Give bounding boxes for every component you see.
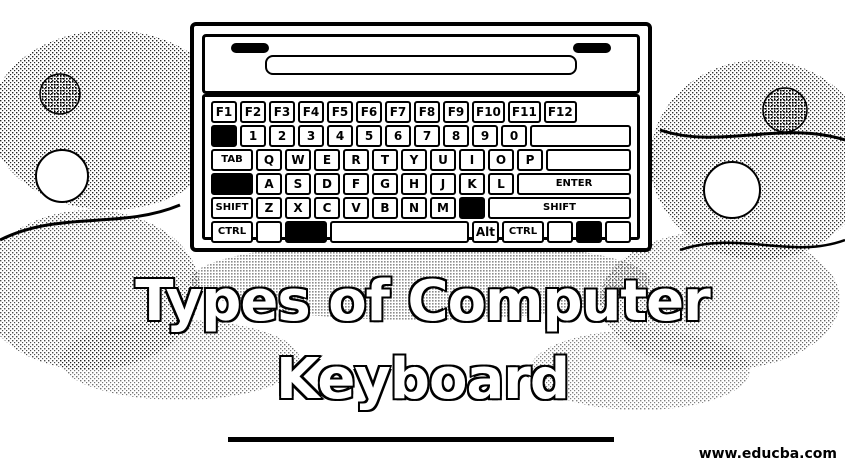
key: F5 bbox=[327, 101, 353, 123]
indicator-light bbox=[231, 43, 269, 53]
key: U bbox=[430, 149, 456, 171]
indicator-light bbox=[573, 43, 611, 53]
keyboard-keys-area: F1 F2 F3 F4 F5 F6 F7 F8 F9 F10 F11 F12 1… bbox=[202, 94, 640, 243]
key-blank bbox=[459, 197, 485, 219]
key: R bbox=[343, 149, 369, 171]
key-arrow bbox=[605, 221, 631, 243]
key: F7 bbox=[385, 101, 411, 123]
key: 7 bbox=[414, 125, 440, 147]
key: E bbox=[314, 149, 340, 171]
key: V bbox=[343, 197, 369, 219]
key-blank bbox=[285, 221, 327, 243]
page-title-line-1: Types of Computer bbox=[134, 269, 713, 334]
keyboard-top-panel bbox=[202, 34, 640, 94]
key-row-numbers: 1 2 3 4 5 6 7 8 9 0 bbox=[211, 125, 631, 147]
key: Y bbox=[401, 149, 427, 171]
key: Q bbox=[256, 149, 282, 171]
key: H bbox=[401, 173, 427, 195]
key-row-function: F1 F2 F3 F4 F5 F6 F7 F8 F9 F10 F11 F12 bbox=[211, 101, 631, 123]
key-arrow bbox=[547, 221, 573, 243]
key: G bbox=[372, 173, 398, 195]
key: F8 bbox=[414, 101, 440, 123]
key: F4 bbox=[298, 101, 324, 123]
key-row-home: A S D F G H J K L ENTER bbox=[211, 173, 631, 195]
key: 6 bbox=[385, 125, 411, 147]
key: F3 bbox=[269, 101, 295, 123]
key: P bbox=[517, 149, 543, 171]
key: L bbox=[488, 173, 514, 195]
key-row-qwerty: TAB Q W E R T Y U I O P bbox=[211, 149, 631, 171]
key: 9 bbox=[472, 125, 498, 147]
key-ctrl-left: CTRL bbox=[211, 221, 253, 243]
key: F bbox=[343, 173, 369, 195]
key: O bbox=[488, 149, 514, 171]
key: 5 bbox=[356, 125, 382, 147]
key: I bbox=[459, 149, 485, 171]
key: M bbox=[430, 197, 456, 219]
key-shift-left: SHIFT bbox=[211, 197, 253, 219]
key: F10 bbox=[472, 101, 505, 123]
key: 0 bbox=[501, 125, 527, 147]
key: N bbox=[401, 197, 427, 219]
watermark-url: www.educba.com bbox=[698, 446, 837, 462]
key: F2 bbox=[240, 101, 266, 123]
key: K bbox=[459, 173, 485, 195]
key: 8 bbox=[443, 125, 469, 147]
key: F9 bbox=[443, 101, 469, 123]
key-row-modifiers: CTRL Alt CTRL bbox=[211, 221, 631, 243]
key: F1 bbox=[211, 101, 237, 123]
divider bbox=[228, 437, 614, 442]
key: T bbox=[372, 149, 398, 171]
key-shift-right: SHIFT bbox=[488, 197, 631, 219]
key-alt: Alt bbox=[471, 221, 499, 243]
key-row-bottom-letters: SHIFT Z X C V B N M SHIFT bbox=[211, 197, 631, 219]
page-title-line-2: Keyboard bbox=[275, 347, 572, 412]
key: F12 bbox=[543, 101, 577, 123]
key: C bbox=[314, 197, 340, 219]
key-caps bbox=[211, 173, 253, 195]
key-blank bbox=[256, 221, 282, 243]
key-space bbox=[330, 221, 469, 243]
key: J bbox=[430, 173, 456, 195]
key: Z bbox=[256, 197, 282, 219]
key-enter: ENTER bbox=[517, 173, 631, 195]
key: S bbox=[285, 173, 311, 195]
key-backspace bbox=[530, 125, 631, 147]
key-blank bbox=[546, 149, 631, 171]
key: 4 bbox=[327, 125, 353, 147]
key: X bbox=[285, 197, 311, 219]
key: 3 bbox=[298, 125, 324, 147]
key-ctrl-right: CTRL bbox=[502, 221, 544, 243]
key: A bbox=[256, 173, 282, 195]
key: 1 bbox=[240, 125, 266, 147]
keyboard-illustration: F1 F2 F3 F4 F5 F6 F7 F8 F9 F10 F11 F12 1… bbox=[190, 22, 652, 252]
keyboard-display-slot bbox=[265, 55, 577, 75]
key-tab: TAB bbox=[211, 149, 253, 171]
key: W bbox=[285, 149, 311, 171]
key: B bbox=[372, 197, 398, 219]
key-arrow bbox=[576, 221, 602, 243]
key: 2 bbox=[269, 125, 295, 147]
key: F11 bbox=[507, 101, 541, 123]
key: F6 bbox=[356, 101, 382, 123]
key-blank bbox=[211, 125, 237, 147]
key: D bbox=[314, 173, 340, 195]
